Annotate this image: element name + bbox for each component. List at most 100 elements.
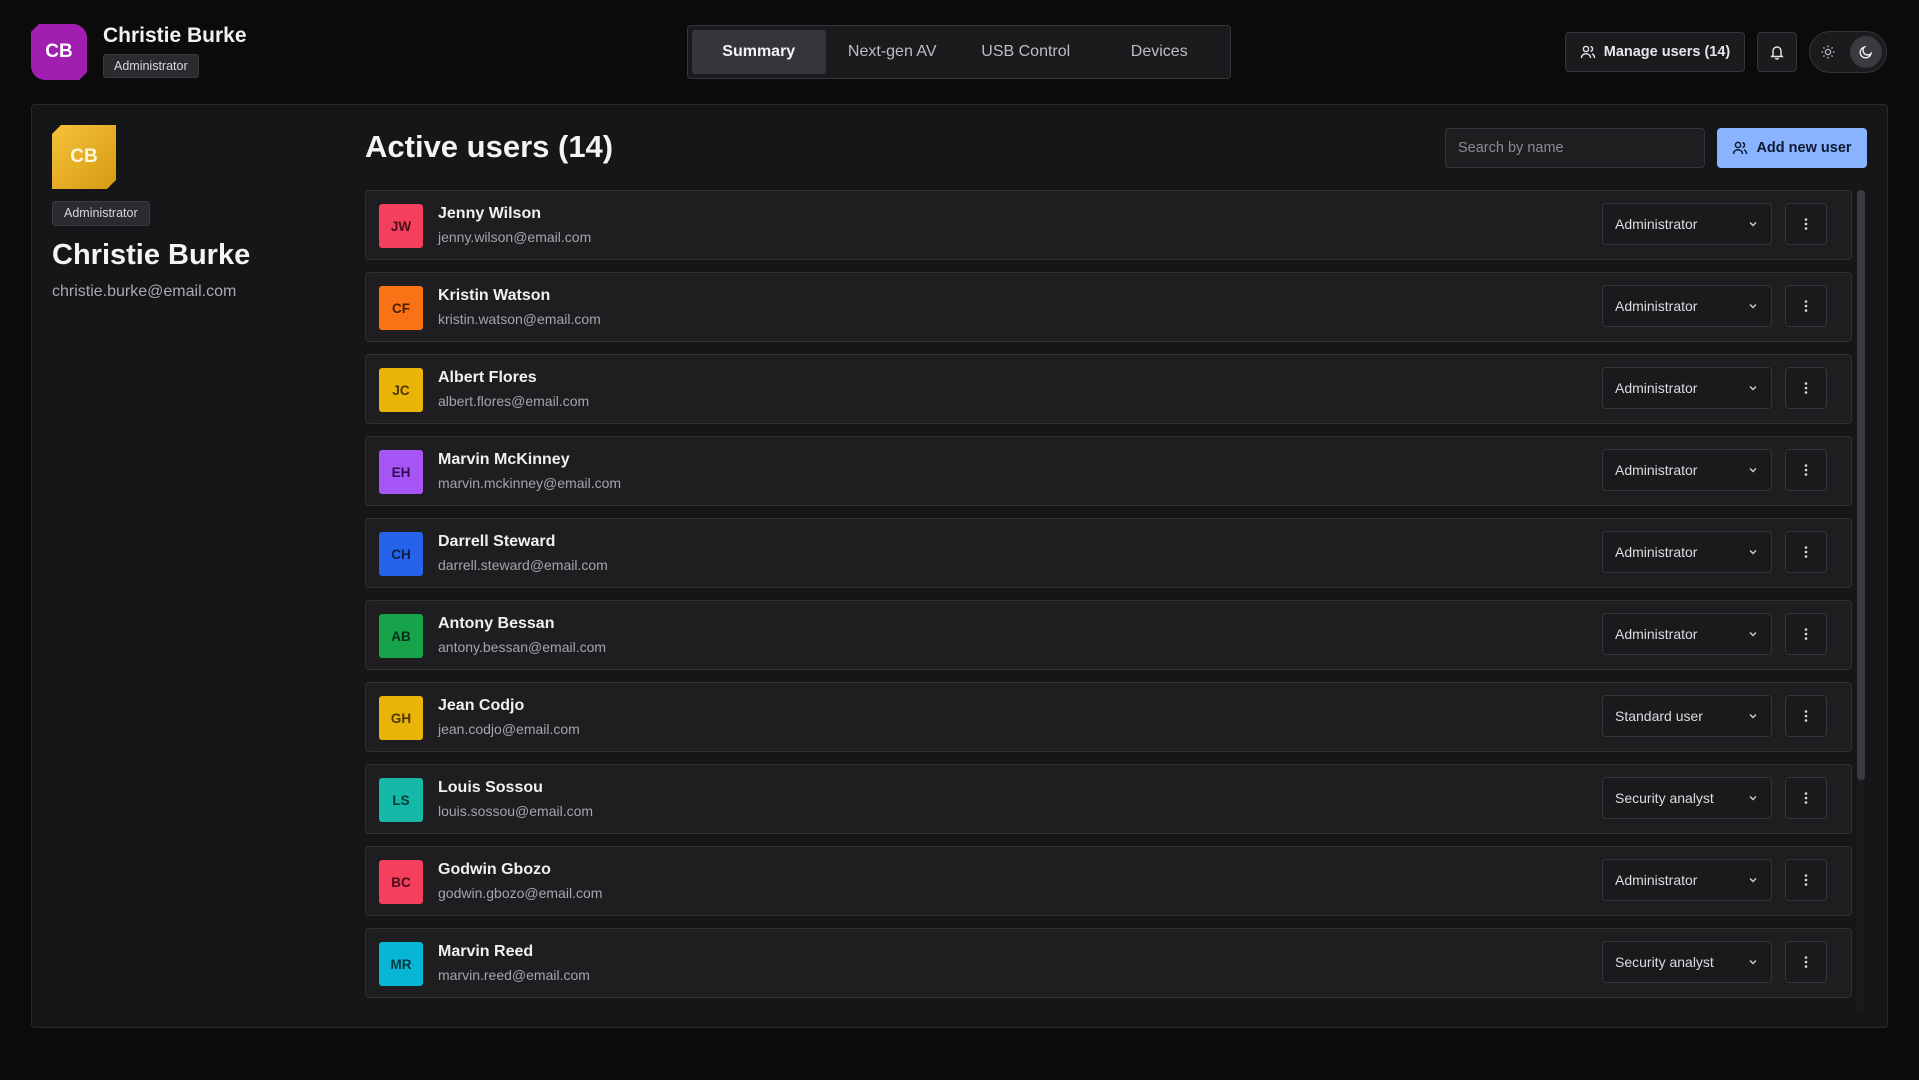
user-row[interactable]: EH Marvin McKinney marvin.mckinney@email…	[365, 436, 1852, 506]
user-name: Marvin Reed	[438, 943, 534, 960]
user-row[interactable]: MR Marvin Reed marvin.reed@email.com Sec…	[365, 928, 1852, 998]
chevron-down-icon	[1747, 218, 1759, 230]
role-select-value: Standard user	[1615, 708, 1703, 724]
user-email: albert.flores@email.com	[438, 393, 590, 409]
tab-summary[interactable]: Summary	[692, 30, 826, 74]
more-options-button[interactable]	[1785, 285, 1827, 327]
profile-name: Christie Burke	[52, 239, 251, 271]
role-select-value: Security analyst	[1615, 790, 1714, 806]
sun-icon[interactable]	[1820, 44, 1836, 60]
user-row[interactable]: GH Jean Codjo jean.codjo@email.com Stand…	[365, 682, 1852, 752]
role-select[interactable]: Administrator	[1602, 285, 1772, 327]
main-tabs: Summary Next-gen AV USB Control Devices	[687, 25, 1231, 79]
more-options-button[interactable]	[1785, 613, 1827, 655]
role-select[interactable]: Administrator	[1602, 613, 1772, 655]
role-select-value: Administrator	[1615, 298, 1698, 314]
user-name: Kristin Watson	[438, 287, 551, 304]
user-email: jenny.wilson@email.com	[438, 229, 592, 245]
user-name: Jenny Wilson	[438, 205, 541, 222]
more-options-button[interactable]	[1785, 531, 1827, 573]
current-user-role-badge: Administrator	[103, 54, 199, 78]
user-email: darrell.steward@email.com	[438, 557, 608, 573]
more-options-button[interactable]	[1785, 203, 1827, 245]
user-avatar: CH	[379, 532, 423, 576]
top-bar: CB Christie Burke Administrator Summary …	[0, 0, 1919, 104]
user-name: Godwin Gbozo	[438, 861, 551, 878]
user-name: Albert Flores	[438, 369, 537, 386]
user-avatar: MR	[379, 942, 423, 986]
chevron-down-icon	[1747, 792, 1759, 804]
role-select[interactable]: Security analyst	[1602, 941, 1772, 983]
scrollbar-thumb[interactable]	[1857, 190, 1865, 780]
more-options-button[interactable]	[1785, 449, 1827, 491]
manage-users-button[interactable]: Manage users (14)	[1565, 32, 1745, 72]
user-email: godwin.gbozo@email.com	[438, 885, 603, 901]
role-select[interactable]: Administrator	[1602, 859, 1772, 901]
more-vertical-icon	[1798, 380, 1814, 396]
tab-usb-control[interactable]: USB Control	[959, 30, 1093, 74]
theme-toggle[interactable]	[1809, 31, 1887, 73]
more-vertical-icon	[1798, 708, 1814, 724]
user-list-scrollbar[interactable]	[1857, 190, 1865, 1014]
user-row[interactable]: AB Antony Bessan antony.bessan@email.com…	[365, 600, 1852, 670]
role-select-value: Administrator	[1615, 380, 1698, 396]
notifications-button[interactable]	[1757, 32, 1797, 72]
chevron-down-icon	[1747, 546, 1759, 558]
chevron-down-icon	[1747, 874, 1759, 886]
current-user-name: Christie Burke	[103, 24, 247, 47]
more-vertical-icon	[1798, 462, 1814, 478]
role-select-value: Administrator	[1615, 872, 1698, 888]
search-input[interactable]	[1445, 128, 1705, 168]
profile-email: christie.burke@email.com	[52, 283, 237, 300]
more-vertical-icon	[1798, 216, 1814, 232]
user-email: antony.bessan@email.com	[438, 639, 607, 655]
user-row[interactable]: CH Darrell Steward darrell.steward@email…	[365, 518, 1852, 588]
tab-next-gen-av[interactable]: Next-gen AV	[826, 30, 960, 74]
user-email: marvin.mckinney@email.com	[438, 475, 622, 491]
role-select-value: Administrator	[1615, 216, 1698, 232]
user-row[interactable]: JC Albert Flores albert.flores@email.com…	[365, 354, 1852, 424]
role-select[interactable]: Administrator	[1602, 203, 1772, 245]
role-select[interactable]: Administrator	[1602, 449, 1772, 491]
more-vertical-icon	[1798, 298, 1814, 314]
user-email: louis.sossou@email.com	[438, 803, 594, 819]
user-name: Antony Bessan	[438, 615, 555, 632]
user-email: marvin.reed@email.com	[438, 967, 590, 983]
tab-devices[interactable]: Devices	[1093, 30, 1227, 74]
more-options-button[interactable]	[1785, 859, 1827, 901]
role-select-value: Administrator	[1615, 544, 1698, 560]
current-user-avatar[interactable]: CB	[31, 24, 87, 80]
more-options-button[interactable]	[1785, 777, 1827, 819]
user-list: JW Jenny Wilson jenny.wilson@email.com A…	[365, 190, 1855, 1014]
bell-icon	[1769, 44, 1785, 60]
add-new-user-button[interactable]: Add new user	[1717, 128, 1867, 168]
user-avatar: BC	[379, 860, 423, 904]
user-email: kristin.watson@email.com	[438, 311, 601, 327]
user-avatar: LS	[379, 778, 423, 822]
more-vertical-icon	[1798, 872, 1814, 888]
page-title: Active users (14)	[365, 129, 614, 164]
more-options-button[interactable]	[1785, 941, 1827, 983]
more-options-button[interactable]	[1785, 367, 1827, 409]
profile-avatar: CB	[52, 125, 116, 189]
user-row[interactable]: BC Godwin Gbozo godwin.gbozo@email.com A…	[365, 846, 1852, 916]
user-row[interactable]: JW Jenny Wilson jenny.wilson@email.com A…	[365, 190, 1852, 260]
user-avatar: CF	[379, 286, 423, 330]
role-select[interactable]: Administrator	[1602, 531, 1772, 573]
user-avatar: EH	[379, 450, 423, 494]
role-select[interactable]: Administrator	[1602, 367, 1772, 409]
user-row[interactable]: LS Louis Sossou louis.sossou@email.com S…	[365, 764, 1852, 834]
more-options-button[interactable]	[1785, 695, 1827, 737]
role-select[interactable]: Security analyst	[1602, 777, 1772, 819]
chevron-down-icon	[1747, 464, 1759, 476]
user-name: Louis Sossou	[438, 779, 543, 796]
user-avatar: AB	[379, 614, 423, 658]
user-name: Marvin McKinney	[438, 451, 570, 468]
chevron-down-icon	[1747, 956, 1759, 968]
more-vertical-icon	[1798, 790, 1814, 806]
moon-icon[interactable]	[1850, 36, 1882, 68]
role-select[interactable]: Standard user	[1602, 695, 1772, 737]
profile-role-badge: Administrator	[52, 201, 150, 226]
user-row[interactable]: CF Kristin Watson kristin.watson@email.c…	[365, 272, 1852, 342]
chevron-down-icon	[1747, 382, 1759, 394]
